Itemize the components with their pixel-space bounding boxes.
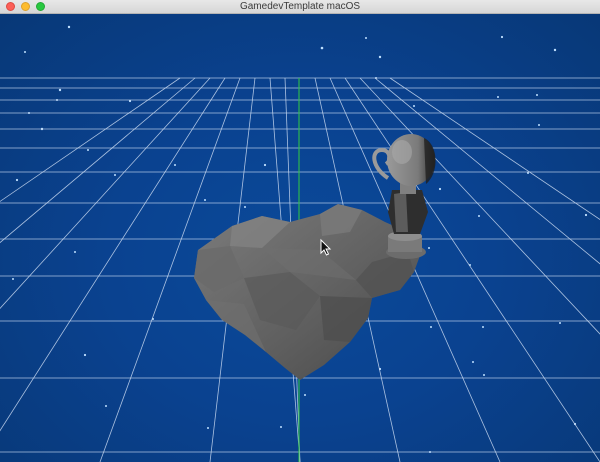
window-title: GamedevTemplate macOS [239, 1, 361, 12]
game-viewport[interactable] [0, 14, 600, 462]
title-bar[interactable]: GamedevTemplate macOS [0, 0, 600, 14]
rock-model[interactable] [194, 204, 422, 380]
scene-canvas[interactable] [0, 14, 600, 462]
app-window: GamedevTemplate macOS [0, 0, 600, 462]
